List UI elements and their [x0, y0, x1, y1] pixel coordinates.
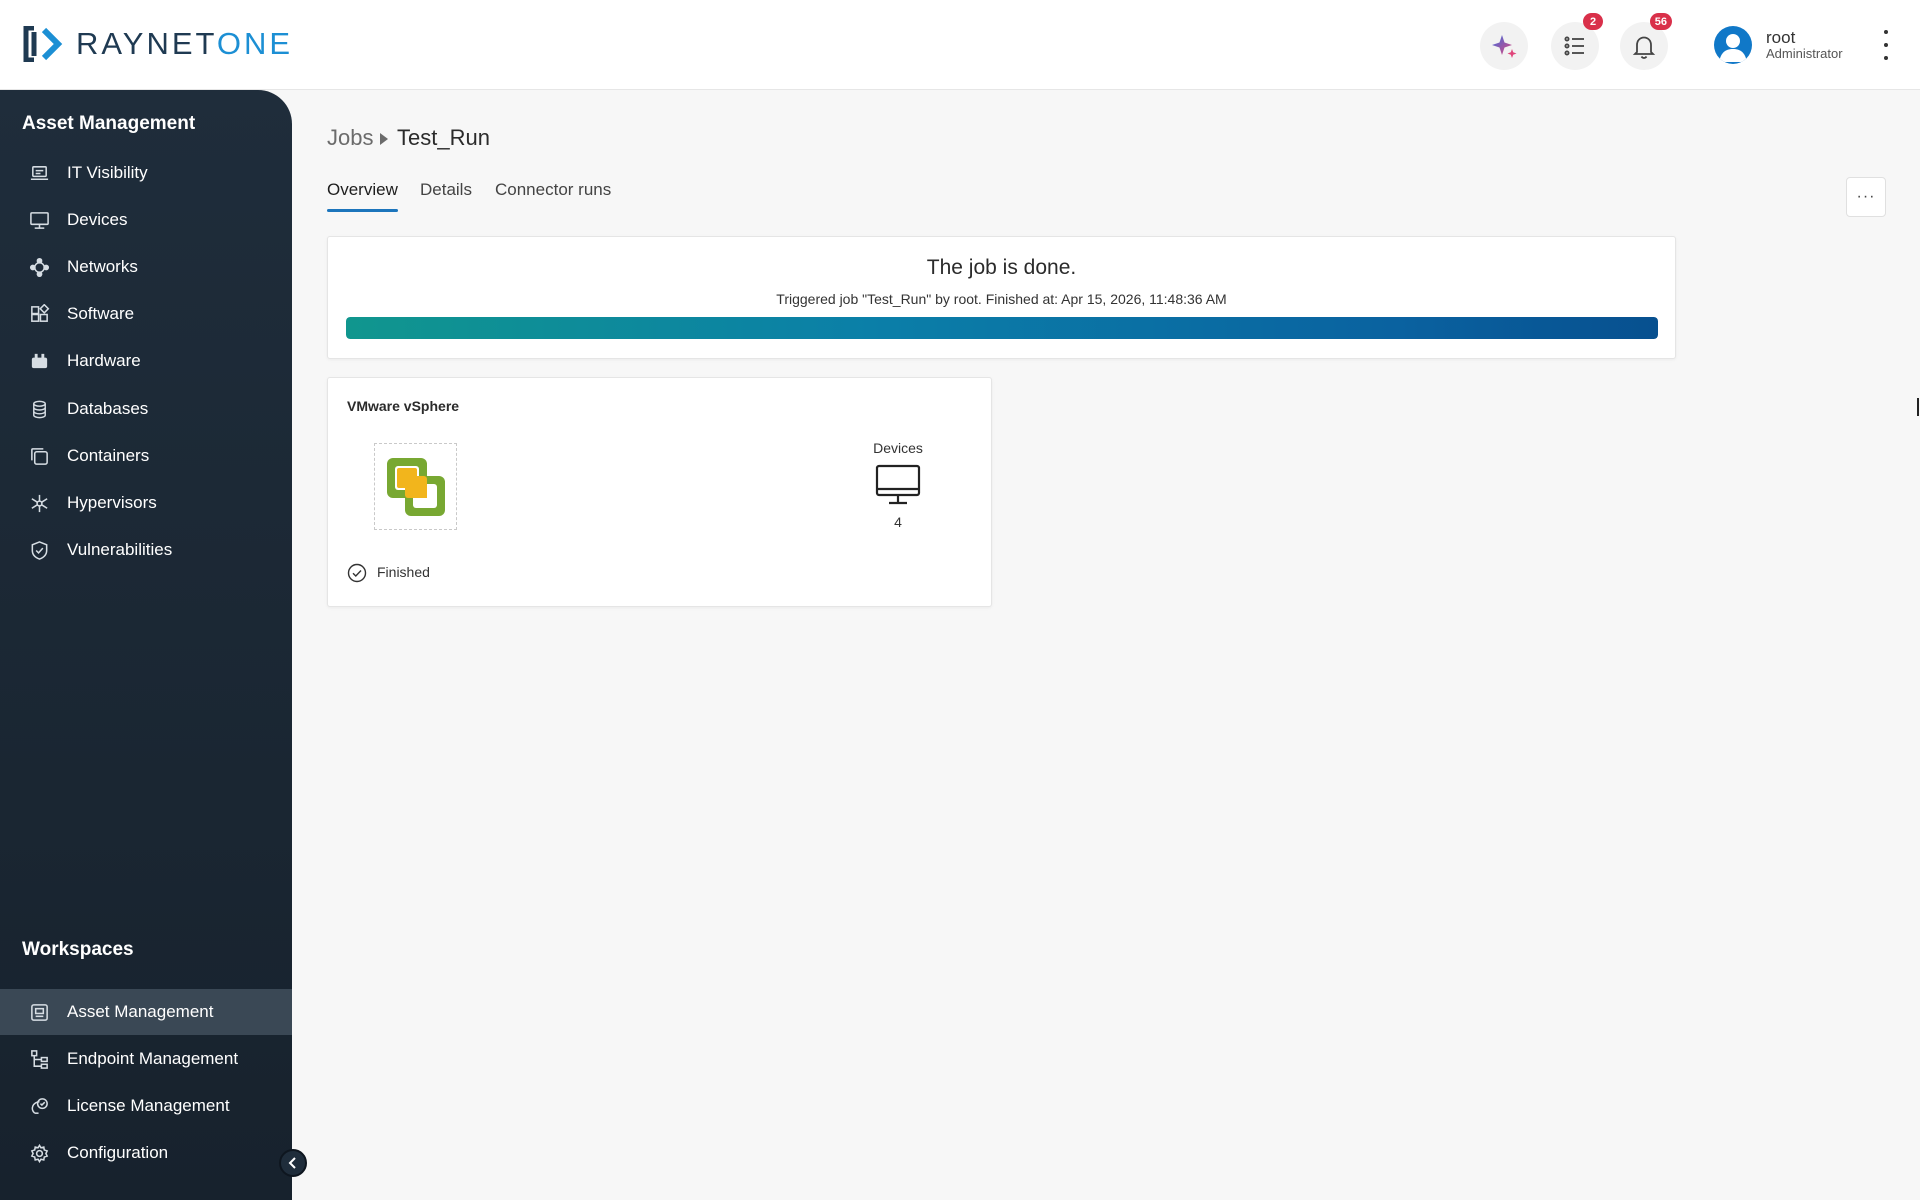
- active-tab-indicator: [327, 209, 398, 212]
- software-icon: [28, 303, 50, 325]
- tab-overview[interactable]: Overview: [327, 180, 398, 200]
- sidebar-item-label: Devices: [67, 210, 128, 229]
- job-status-subtitle: Triggered job "Test_Run" by root. Finish…: [776, 291, 1227, 307]
- more-options-icon[interactable]: [1876, 30, 1896, 60]
- sidebar-item-label: IT Visibility: [67, 163, 148, 182]
- workspace-label: Endpoint Management: [67, 1049, 239, 1068]
- sidebar-item-vulnerabilities[interactable]: Vulnerabilities: [0, 527, 292, 573]
- containers-icon: [28, 445, 50, 467]
- check-circle-icon: [347, 563, 367, 583]
- sidebar-item-label: Software: [67, 304, 135, 323]
- connector-name: VMware vSphere: [347, 398, 460, 414]
- notifications-count-badge: 56: [1649, 13, 1672, 30]
- collapse-sidebar-button[interactable]: [279, 1149, 307, 1177]
- tasks-count-badge: 2: [1583, 13, 1603, 30]
- devices-metric-value: 4: [894, 514, 902, 530]
- job-status-card: The job is done. Triggered job "Test_Run…: [327, 236, 1676, 359]
- tasks-button[interactable]: 2: [1551, 13, 1603, 70]
- user-role: Administrator: [1766, 46, 1843, 61]
- sidebar-item-label: Databases: [67, 399, 149, 418]
- workspace-label: License Management: [67, 1096, 230, 1115]
- sidebar-item-label: Hardware: [67, 351, 141, 370]
- shield-icon: [28, 539, 50, 561]
- task-list-icon: [1564, 36, 1584, 56]
- workspace-endpoint-management[interactable]: Endpoint Management: [0, 1036, 292, 1082]
- sidebar-item-label: Hypervisors: [67, 493, 157, 512]
- breadcrumb-separator-icon: [380, 133, 388, 145]
- sidebar-item-hardware[interactable]: Hardware: [0, 338, 292, 384]
- sidebar-item-hypervisors[interactable]: Hypervisors: [0, 480, 292, 526]
- sidebar-item-it-visibility[interactable]: IT Visibility: [0, 150, 292, 196]
- chevron-left-icon: [288, 1157, 296, 1169]
- tab-details[interactable]: Details: [420, 180, 472, 200]
- database-icon: [28, 398, 50, 420]
- job-progress-fill: [346, 317, 1658, 339]
- hypervisor-icon: [28, 492, 50, 514]
- user-name[interactable]: root: [1766, 28, 1795, 48]
- endpoint-workspace-icon: [28, 1048, 50, 1070]
- user-avatar[interactable]: [1714, 26, 1752, 64]
- connector-status: Finished: [377, 564, 430, 580]
- laptop-icon: [28, 162, 50, 184]
- raynetone-logo[interactable]: RAYNETONE: [22, 26, 293, 62]
- user-icon: [1719, 34, 1747, 62]
- sidebar-item-containers[interactable]: Containers: [0, 433, 292, 479]
- sidebar-item-label: Networks: [67, 257, 138, 276]
- logo-text-one: ONE: [216, 26, 294, 61]
- breadcrumb-current: Test_Run: [397, 125, 490, 150]
- workspaces-title: Workspaces: [22, 939, 134, 960]
- job-progress-bar: [346, 317, 1658, 339]
- tab-connector-runs[interactable]: Connector runs: [495, 180, 611, 200]
- logo-text: RAYNETONE: [76, 26, 293, 62]
- workspace-configuration[interactable]: Configuration: [0, 1130, 292, 1176]
- notifications-button[interactable]: 56: [1620, 13, 1672, 70]
- page-actions-button[interactable]: ···: [1846, 177, 1886, 217]
- sidebar-item-databases[interactable]: Databases: [0, 386, 292, 432]
- gear-icon: [28, 1142, 50, 1164]
- sidebar-item-networks[interactable]: Networks: [0, 244, 292, 290]
- monitor-icon: [28, 209, 50, 231]
- sparkle-icon: [1492, 35, 1517, 58]
- sidebar-item-devices[interactable]: Devices: [0, 197, 292, 243]
- text-cursor: [1917, 398, 1919, 416]
- bell-icon: [1632, 36, 1656, 59]
- workspace-label: Asset Management: [67, 1002, 214, 1021]
- job-status-title: The job is done.: [926, 256, 1077, 279]
- logo-text-raynet: RAYNET: [76, 26, 217, 61]
- monitor-icon: [875, 464, 921, 505]
- logo-mark-icon: [23, 26, 63, 62]
- license-workspace-icon: [28, 1095, 50, 1117]
- top-bar: RAYNETONE 2 56 root Administrator: [0, 0, 1920, 90]
- network-icon: [28, 256, 50, 278]
- hardware-icon: [28, 350, 50, 372]
- ai-assistant-button[interactable]: [1480, 22, 1528, 70]
- workspace-license-management[interactable]: License Management: [0, 1083, 292, 1129]
- sidebar-item-label: Containers: [67, 446, 150, 465]
- sidebar: Asset Management IT Visibility Devices N…: [0, 90, 292, 1200]
- connector-logo: [374, 443, 457, 530]
- sidebar-item-label: Vulnerabilities: [67, 540, 173, 559]
- workspace-asset-management[interactable]: Asset Management: [0, 989, 292, 1035]
- vmware-vsphere-icon: [386, 457, 445, 516]
- asset-workspace-icon: [28, 1001, 50, 1023]
- breadcrumb-jobs-link[interactable]: Jobs: [327, 125, 373, 151]
- workspace-label: Configuration: [67, 1143, 169, 1162]
- connector-card[interactable]: VMware vSphere Devices 4 Finished: [327, 377, 992, 607]
- devices-metric-label: Devices: [873, 440, 923, 456]
- sidebar-item-software[interactable]: Software: [0, 291, 292, 337]
- sidebar-section-title: Asset Management: [22, 113, 196, 134]
